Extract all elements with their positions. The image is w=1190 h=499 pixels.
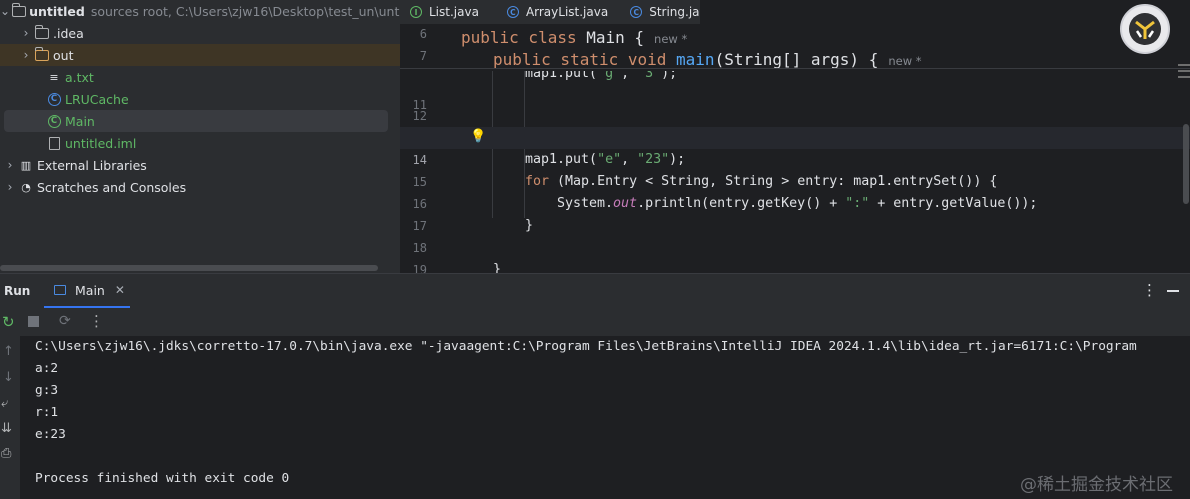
stop-icon[interactable] (28, 316, 39, 327)
class-icon: C (630, 6, 643, 18)
chevron-right-icon[interactable]: › (20, 26, 32, 40)
run-tab-main[interactable]: Main ✕ (44, 274, 130, 308)
code-line[interactable]: 18 } (400, 215, 1190, 273)
tab-list-java[interactable]: I List.java (400, 0, 489, 24)
console-icon (54, 285, 66, 295)
code-line[interactable]: 19 } (400, 237, 1190, 273)
tree-item-out[interactable]: › out (0, 44, 400, 66)
tree-item-label: LRUCache (65, 91, 129, 107)
code-line[interactable]: 20 (400, 259, 1190, 273)
minimize-icon[interactable] (1167, 290, 1179, 292)
module-folder-icon (12, 2, 27, 18)
error-stripe-mark[interactable] (1178, 70, 1190, 72)
author-hint: new * (654, 32, 688, 46)
watermark: @稀土掘金技术社区 (1020, 475, 1173, 495)
scratches-icon: ◔ (21, 180, 31, 194)
rerun-icon[interactable]: ↻ (2, 313, 15, 331)
interface-icon: I (410, 6, 422, 18)
console-line: C:\Users\zjw16\.jdks\corretto-17.0.7\bin… (35, 339, 1137, 354)
folder-icon (34, 24, 50, 40)
tab-label: List.java (429, 5, 479, 19)
line-number: 7 (419, 49, 427, 63)
editor-tabs: I List.java C ArrayList.java C String.ja… (400, 0, 714, 24)
tree-item-lrucache[interactable]: C LRUCache (0, 88, 400, 110)
tree-item-label: Scratches and Consoles (37, 179, 187, 195)
author-hint: new * (888, 54, 922, 68)
class-icon: C (506, 6, 519, 18)
sticky-line[interactable]: 6 public class Main {new * (400, 27, 1190, 49)
tab-bar-empty (700, 0, 1190, 24)
arrow-up-icon[interactable]: ↑ (3, 344, 14, 359)
code-line[interactable]: 15 System.out.println(entry.getKey() + "… (400, 149, 1190, 211)
more-actions-icon[interactable]: ⋮ (89, 312, 104, 330)
run-tab-label: Main (75, 282, 105, 298)
tree-item-label: External Libraries (37, 157, 147, 173)
run-header: Run Main ✕ ⋮ (0, 274, 1190, 308)
chevron-down-icon[interactable]: ⌄ (0, 4, 10, 18)
code-editor[interactable]: 11 map1.put("g", "3"); 12 map1.put("r", … (400, 24, 1190, 273)
tab-arraylist-java[interactable]: C ArrayList.java (497, 0, 618, 24)
code-line[interactable]: 16 } (400, 171, 1190, 233)
tab-label: ArrayList.java (525, 5, 609, 19)
horizontal-scrollbar[interactable] (0, 265, 378, 271)
lightbulb-icon[interactable]: 💡 (470, 129, 486, 144)
scroll-to-end-icon[interactable]: ⇊ (1, 421, 12, 436)
root-label: untitled (29, 3, 85, 19)
line-number: 6 (419, 27, 427, 41)
console-line: r:1 (35, 405, 59, 420)
more-options-icon[interactable]: ⋮ (1142, 281, 1157, 299)
console-side-toolbar: ↑ ↓ ⤶ ⇊ ⎙ (0, 336, 20, 499)
tree-item-iml[interactable]: untitled.iml (0, 132, 400, 154)
main-class-icon: C (46, 114, 62, 128)
soft-wrap-icon[interactable]: ⤶ (1, 396, 8, 411)
arrow-down-icon[interactable]: ↓ (3, 370, 14, 385)
root-path: sources root, C:\Users\zjw16\Desktop\tes… (90, 3, 400, 19)
text-file-icon: ≡ (49, 70, 59, 84)
error-stripe-mark[interactable] (1178, 64, 1190, 66)
code-line[interactable]: 17 (400, 193, 1190, 233)
tree-item-root[interactable]: ⌄ untitled sources root, C:\Users\zjw16\… (0, 0, 400, 22)
class-icon: C (46, 92, 62, 106)
console-line: e:23 (35, 427, 66, 442)
code-line-current[interactable]: 14 for (Map.Entry < String, String > ent… (400, 127, 1190, 189)
code-line[interactable]: 12 map1.put("r", "1"); (400, 83, 1190, 145)
tree-item-label: out (53, 47, 74, 63)
tree-item-label: .idea (53, 25, 84, 41)
console-line: g:3 (35, 383, 59, 398)
run-title: Run (4, 284, 31, 298)
tree-item-label: Main (65, 113, 95, 129)
vertical-scrollbar[interactable] (1183, 124, 1189, 204)
code-line[interactable]: 13 map1.put("e", "23"); (400, 105, 1190, 167)
chevron-right-icon[interactable]: › (4, 158, 16, 172)
console-line: a:2 (35, 361, 59, 376)
avatar[interactable] (1120, 4, 1170, 54)
chevron-right-icon[interactable]: › (20, 48, 32, 62)
tree-item-label: a.txt (65, 69, 94, 85)
run-tool-window: Run Main ✕ ⋮ ↻ ⟳ ⋮ ↑ ↓ ⤶ ⇊ ⎙ C:\Users\zj… (0, 273, 1190, 499)
run-toolbar: ↻ ⟳ ⋮ (0, 308, 1190, 336)
libraries-icon: ▥ (20, 158, 32, 172)
avatar-logo-icon (1129, 13, 1161, 45)
tree-item-a-txt[interactable]: ≡ a.txt (0, 66, 400, 88)
tree-item-main[interactable]: C Main (4, 110, 388, 132)
sticky-separator (400, 68, 1190, 69)
tree-item-external-libraries[interactable]: › ▥ External Libraries (0, 154, 400, 176)
project-tool-window: ⌄ untitled sources root, C:\Users\zjw16\… (0, 0, 400, 273)
tree-item-label: untitled.iml (65, 135, 137, 151)
tree-item-idea[interactable]: › .idea (0, 22, 400, 44)
close-icon[interactable]: ✕ (115, 283, 125, 297)
chevron-right-icon[interactable]: › (4, 180, 16, 194)
folder-icon (34, 46, 50, 62)
console-line: Process finished with exit code 0 (35, 471, 290, 486)
print-icon[interactable]: ⎙ (1, 446, 11, 461)
tree-item-scratches[interactable]: › ◔ Scratches and Consoles (0, 176, 400, 198)
module-file-icon (46, 136, 62, 150)
console-output[interactable]: C:\Users\zjw16\.jdks\corretto-17.0.7\bin… (35, 336, 1185, 490)
attach-debugger-icon[interactable]: ⟳ (59, 313, 71, 329)
error-stripe-mark[interactable] (1178, 76, 1190, 78)
